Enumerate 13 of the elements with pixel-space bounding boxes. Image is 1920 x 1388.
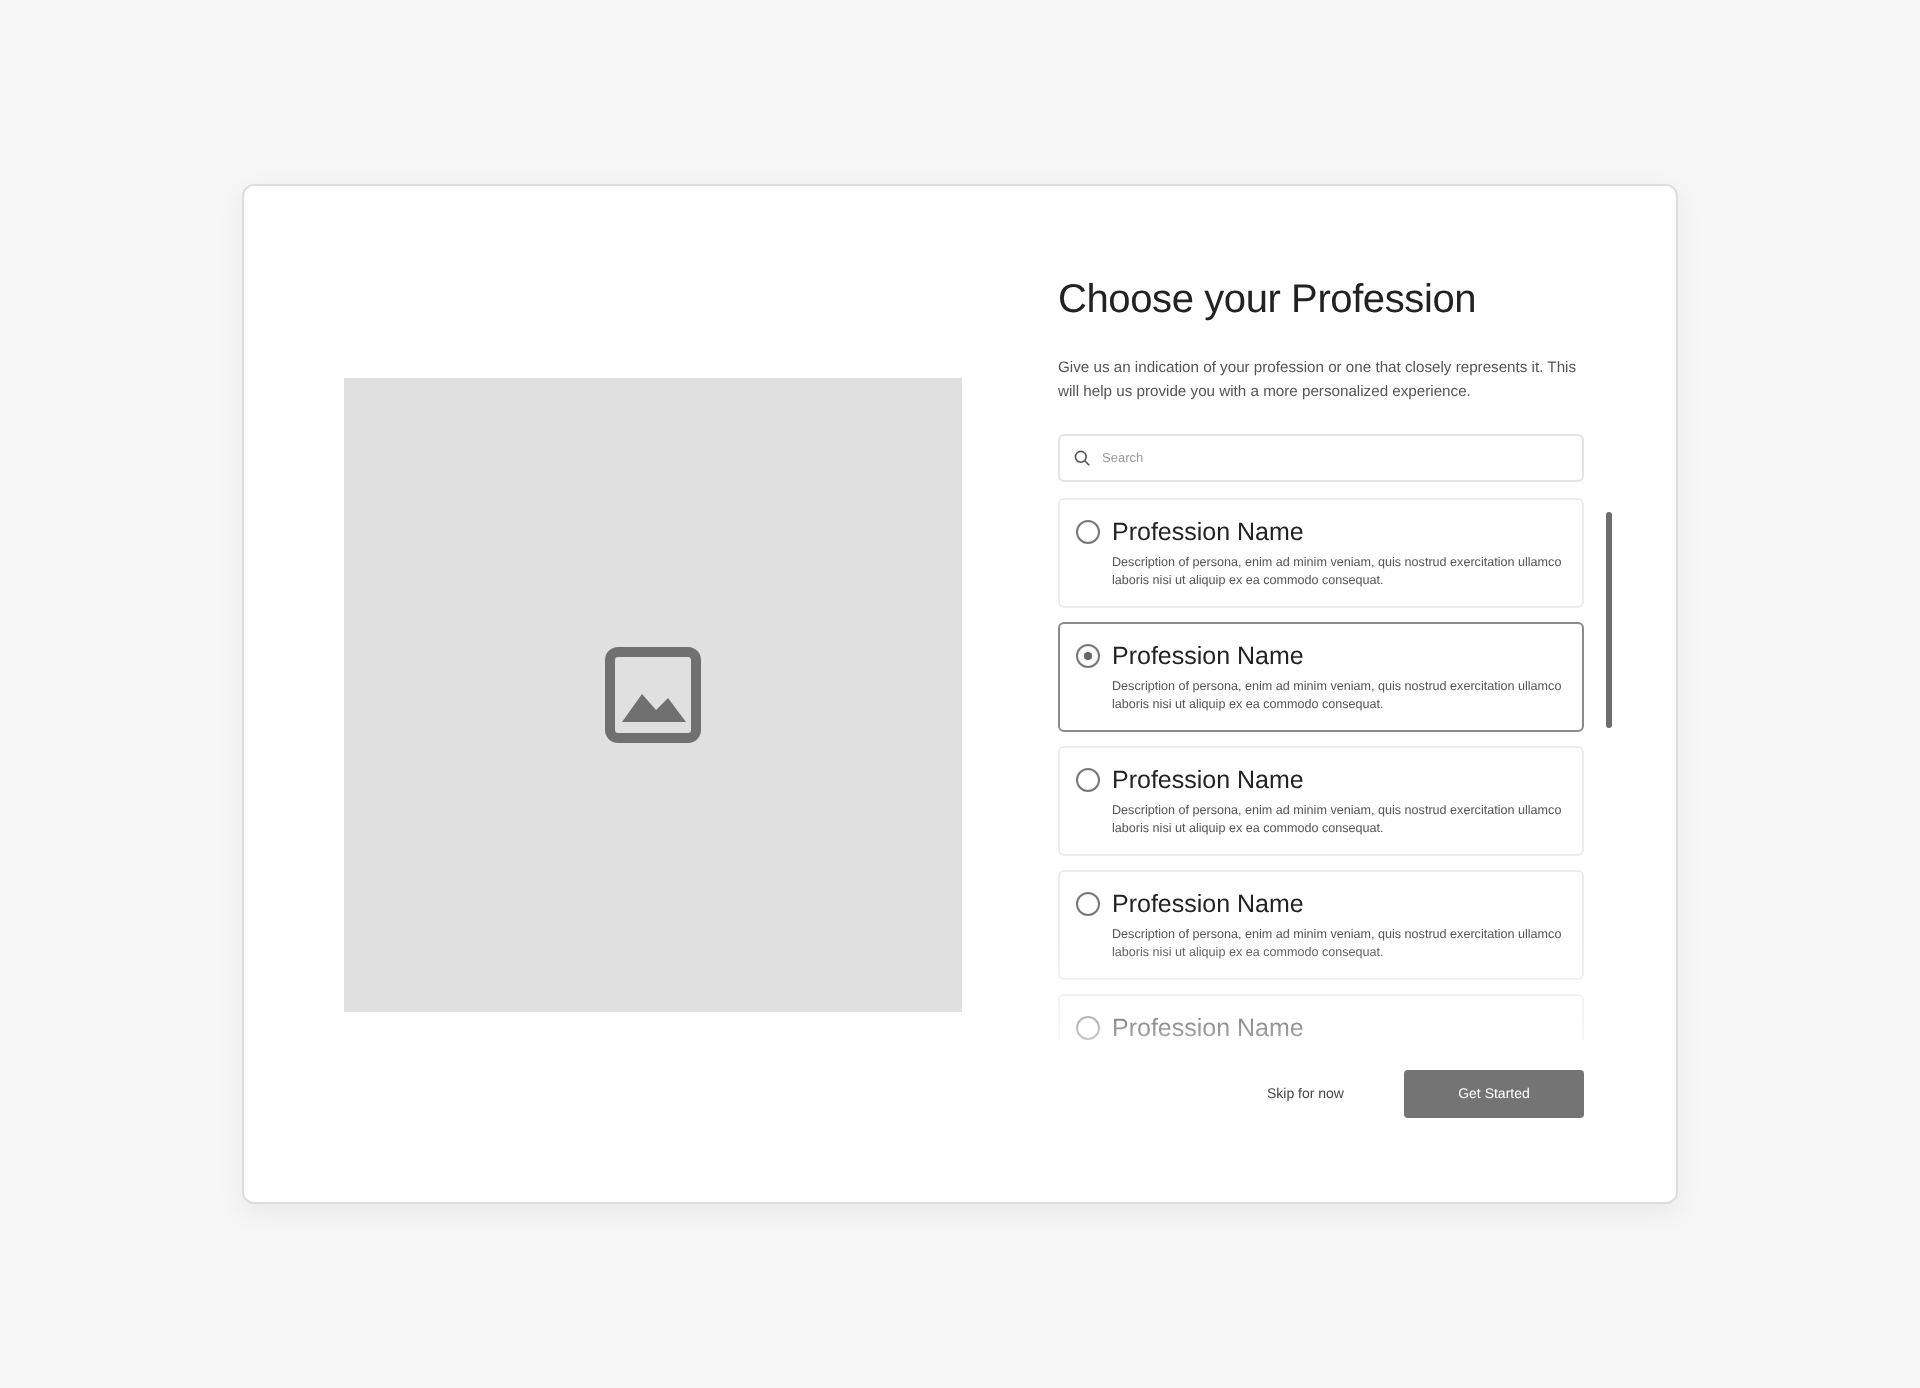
profession-name: Profession Name bbox=[1112, 642, 1304, 670]
profession-name: Profession Name bbox=[1112, 1014, 1304, 1040]
search-icon bbox=[1074, 450, 1090, 466]
radio-button[interactable] bbox=[1076, 644, 1100, 668]
page-title: Choose your Profession bbox=[1058, 278, 1479, 324]
scrollbar-thumb[interactable] bbox=[1606, 512, 1612, 728]
profession-name: Profession Name bbox=[1112, 766, 1304, 794]
profession-name: Profession Name bbox=[1112, 518, 1304, 546]
profession-name: Profession Name bbox=[1112, 890, 1304, 918]
radio-button[interactable] bbox=[1076, 1016, 1100, 1040]
radio-button[interactable] bbox=[1076, 892, 1100, 916]
radio-button[interactable] bbox=[1076, 520, 1100, 544]
radio-button[interactable] bbox=[1076, 768, 1100, 792]
